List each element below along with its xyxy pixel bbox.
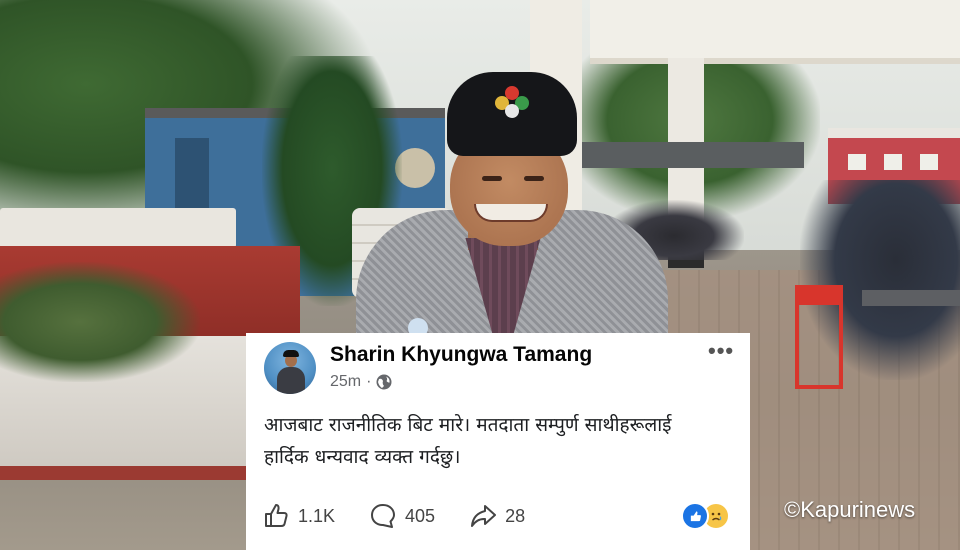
avatar[interactable] [264,342,316,394]
red-chair [795,285,843,389]
like-button[interactable]: 1.1K [262,502,335,530]
facebook-post-card: Sharin Khyungwa Tamang 25m · ••• आजबाट र… [246,333,750,550]
plants [0,262,200,382]
post-text-line: हार्दिक धन्यवाद व्यक्त गर्दछु। [264,446,461,468]
cap [447,72,577,156]
post-actions: 1.1K 405 28 [262,499,742,533]
comment-count: 405 [405,505,436,526]
more-options-icon[interactable]: ••• [708,340,734,362]
canopy-roof [590,0,960,64]
comment-bubble-icon [371,504,396,528]
comment-button[interactable]: 405 [369,502,435,530]
polling-table [862,290,960,416]
post-meta: 25m · [330,373,392,391]
reaction-summary[interactable] [681,502,730,530]
like-count: 1.1K [298,505,336,526]
post-time[interactable]: 25m [330,373,361,391]
share-arrow-icon [471,505,497,527]
thumbs-up-icon [265,504,288,527]
like-reaction-icon [681,502,709,530]
watermark: ©Kapurinews [784,497,916,522]
post-text: आजबाट राजनीतिक बिट मारे। मतदाता सम्पुर्ण… [264,409,742,473]
post-author[interactable]: Sharin Khyungwa Tamang [330,343,592,367]
globe-icon [376,374,392,390]
share-count: 28 [505,505,526,526]
meta-separator: · [366,373,372,390]
share-button[interactable]: 28 [469,502,525,530]
post-text-line: आजबाट राजनीतिक बिट मारे। मतदाता सम्पुर्ण… [264,414,672,436]
smile [474,204,548,222]
person-portrait [356,72,668,340]
cap-badge-icon [495,86,529,118]
